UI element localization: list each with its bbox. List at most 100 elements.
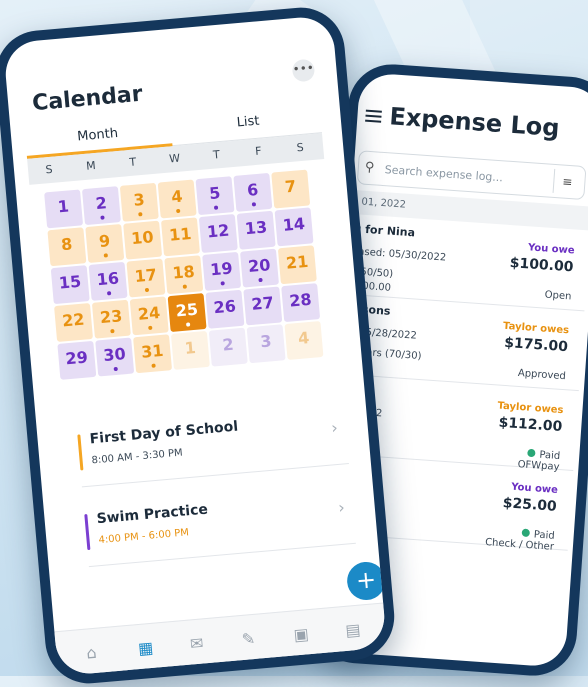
day-cell[interactable]: 8 — [47, 227, 87, 267]
day-number: 17 — [133, 265, 158, 286]
day-cell[interactable]: 26 — [205, 289, 245, 329]
day-cell[interactable]: 9 — [85, 223, 125, 263]
weekday-label: W — [168, 151, 181, 166]
day-cell[interactable]: 1 — [44, 189, 84, 229]
event-dot — [113, 366, 118, 372]
day-cell[interactable]: 1 — [170, 330, 210, 370]
day-cell[interactable]: 18 — [164, 255, 204, 295]
home-icon[interactable]: ⌂ — [86, 643, 98, 663]
day-number: 30 — [102, 344, 127, 365]
day-cell[interactable]: 16 — [88, 261, 128, 301]
expense-owner: Taylor owes — [502, 320, 570, 337]
day-cell[interactable]: 4 — [284, 320, 324, 360]
day-cell[interactable]: 14 — [274, 207, 314, 247]
more-options-button[interactable]: ••• — [291, 58, 316, 83]
calendar-screen: Calendar ••• Month List SMTWTFS 12345678… — [2, 14, 388, 677]
day-number: 7 — [284, 176, 297, 197]
day-number: 2 — [94, 193, 108, 214]
event-row[interactable]: Swim Practice 4:00 PM - 6:00 PM › — [83, 478, 356, 568]
status-label: Open — [544, 289, 572, 303]
day-number: 16 — [95, 268, 120, 290]
day-cell[interactable]: 21 — [277, 245, 317, 285]
day-number: 15 — [58, 271, 82, 293]
day-cell[interactable]: 27 — [243, 286, 283, 326]
day-number: 18 — [171, 261, 196, 283]
paid-check-icon — [527, 448, 536, 458]
journal-icon[interactable]: ✎ — [241, 629, 256, 649]
day-number: 1 — [56, 196, 70, 217]
expense-amount: $100.00 — [509, 255, 574, 276]
day-cell[interactable]: 3 — [246, 324, 286, 364]
event-dot — [251, 202, 257, 207]
day-cell[interactable]: 30 — [95, 337, 135, 377]
event-color-bar — [77, 434, 84, 471]
day-cell[interactable]: 25 — [167, 293, 207, 333]
event-dot — [103, 253, 108, 258]
day-number: 19 — [209, 258, 234, 280]
day-cell[interactable]: 29 — [57, 340, 97, 380]
sliders-icon[interactable]: ≡ — [552, 168, 582, 195]
event-dot — [106, 291, 112, 296]
day-cell[interactable]: 12 — [198, 214, 238, 254]
day-number: 31 — [140, 340, 165, 362]
mail-icon[interactable]: ✉ — [189, 633, 204, 653]
expense-amount: $175.00 — [503, 334, 569, 356]
weekday-label: F — [254, 144, 263, 158]
event-dot — [144, 287, 150, 293]
day-number: 3 — [132, 189, 146, 210]
day-cell[interactable]: 20 — [239, 248, 279, 288]
day-cell[interactable]: 28 — [281, 283, 321, 323]
day-cell[interactable]: 31 — [133, 334, 173, 374]
day-cell[interactable]: 7 — [271, 169, 311, 209]
event-time: 4:00 PM - 6:00 PM — [98, 527, 190, 547]
expense-status: Open — [544, 290, 571, 303]
day-cell[interactable]: 24 — [129, 296, 169, 336]
day-cell[interactable]: 11 — [160, 217, 200, 257]
status-label: Approved — [517, 367, 567, 383]
day-cell[interactable]: 6 — [233, 172, 273, 212]
day-number: 8 — [60, 234, 74, 255]
day-cell[interactable]: 10 — [123, 220, 163, 260]
expense-owner: You owe — [510, 481, 559, 496]
tab-list[interactable]: List — [236, 114, 260, 131]
day-cell[interactable]: 15 — [50, 265, 90, 305]
expense-date: hased: 05/30/2022 — [351, 246, 447, 264]
day-cell[interactable]: 2 — [81, 186, 121, 226]
menu-icon[interactable] — [365, 107, 382, 126]
event-dot — [182, 284, 187, 289]
info-message-icon[interactable]: ▣ — [293, 624, 310, 644]
day-number: 1 — [183, 337, 197, 358]
event-dot — [110, 328, 115, 334]
event-row[interactable]: First Day of School 8:00 AM - 3:30 PM › — [76, 399, 349, 488]
tab-month[interactable]: Month — [77, 126, 119, 144]
day-cell[interactable]: 17 — [126, 258, 166, 298]
day-cell[interactable]: 2 — [208, 327, 248, 367]
day-number: 12 — [206, 220, 231, 242]
day-number: 2 — [221, 334, 235, 355]
event-dot — [258, 277, 263, 283]
day-cell[interactable]: 22 — [54, 302, 94, 342]
paid-check-icon — [521, 528, 531, 538]
weekday-label: T — [212, 148, 221, 162]
day-cell[interactable]: 5 — [195, 176, 235, 216]
day-number: 10 — [130, 227, 155, 249]
day-cell[interactable]: 23 — [91, 299, 131, 339]
day-cell[interactable]: 3 — [119, 182, 159, 222]
day-number: 25 — [174, 299, 199, 321]
calendar-icon[interactable]: ▦ — [137, 638, 154, 658]
day-cell[interactable]: 13 — [236, 210, 276, 250]
day-cell[interactable]: 4 — [157, 179, 197, 219]
day-number: 29 — [64, 347, 89, 369]
expense-status: Paid Check / Other — [485, 526, 555, 553]
chevron-right-icon: › — [337, 497, 346, 518]
event-dot — [138, 212, 143, 217]
expense-icon[interactable]: ▤ — [345, 620, 362, 640]
add-event-button[interactable]: + — [345, 560, 387, 602]
expense-status: Approved — [518, 368, 567, 382]
event-dot — [185, 322, 191, 327]
day-number: 4 — [170, 186, 184, 207]
day-cell[interactable]: 19 — [202, 251, 242, 291]
event-time: 8:00 AM - 3:30 PM — [91, 447, 184, 467]
day-number: 14 — [281, 213, 306, 235]
expense-amount: $25.00 — [502, 495, 558, 515]
